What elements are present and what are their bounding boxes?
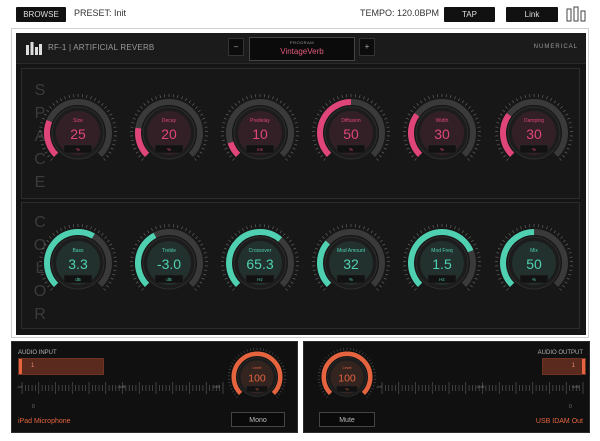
knob-unit: % [256,388,259,392]
knob-value: 50 [343,126,359,142]
knob-value: 32 [343,256,359,272]
knob-label: Level [343,366,352,370]
plugin-header: RF-1 | ARTIFICIAL REVERB – PROGRAM Vinta… [16,33,586,64]
knob-label: Damping [524,118,544,124]
audio-output-label: AUDIO OUTPUT [537,350,583,356]
knob-label: Mix [530,248,538,254]
meter-zero-label: 0 [32,404,35,410]
preset-name: PRESET: Init [74,8,127,18]
knob-unit: % [440,147,444,152]
knob-unit: % [532,147,536,152]
knob-label: Mod Amount [337,248,366,254]
knob-value: 30 [526,126,542,142]
knob-unit: dB [75,277,81,282]
link-button[interactable]: Link [506,7,558,22]
space-knob-diffusion[interactable]: Diffusion 50% [311,93,391,173]
input-channel-select[interactable]: 1 [18,358,104,375]
knob-value: -3.0 [157,256,181,272]
color-knob-mod-amount[interactable]: Mod Amount 32% [311,223,391,303]
tap-button[interactable]: TAP [444,7,495,22]
knob-label: Size [73,118,83,124]
knob-label: Predelay [250,118,270,124]
knob-value: 50 [526,256,542,272]
meter-min-label: -inf [17,384,23,389]
knob-value: 25 [70,126,86,142]
knob-unit: dB [166,277,172,282]
space-knob-width[interactable]: Width 30% [402,93,482,173]
brand-name: NUMERICAL [533,44,578,50]
knob-value: 1.5 [432,256,452,272]
tempo-display: TEMPO: 120.0BPM [360,8,440,18]
knob-label: Bass [72,248,84,254]
meter-zero-label: 0 [569,404,572,410]
knob-label: Treble [162,248,176,254]
program-value: VintageVerb [280,47,324,56]
program-label: PROGRAM [289,40,315,45]
knob-unit: ms [257,147,264,152]
input-device-name[interactable]: iPad Microphone [18,418,71,425]
knob-value: 100 [338,373,356,385]
knob-unit: % [349,277,353,282]
knob-unit: % [532,277,536,282]
space-knob-size[interactable]: Size 25% [38,93,118,173]
output-device-name[interactable]: USB IDAM Out [536,418,583,425]
input-level-knob[interactable]: Level 100% [227,347,287,407]
space-knob-decay[interactable]: Decay 20% [129,93,209,173]
audio-output-panel: AUDIO OUTPUT 1 -inf -6dB 0dB 0 USB IDAM … [303,341,590,433]
knob-label: Decay [162,118,177,124]
knob-unit: % [349,147,353,152]
audio-input-label: AUDIO INPUT [18,350,57,356]
browse-button[interactable]: BROWSE [16,7,66,22]
space-knob-predelay[interactable]: Predelay 10 ms [220,93,300,173]
knob-unit: Hz [439,277,445,282]
mute-button[interactable]: Mute [319,412,375,427]
knob-unit: Hz [257,277,263,282]
meter-mid-label: -6dB [476,384,485,389]
knob-value: 65.3 [246,256,273,272]
meter-max-label: 0dB [213,384,221,389]
plugin-title: RF-1 | ARTIFICIAL REVERB [48,43,155,52]
meter-max-label: 0dB [572,384,580,389]
knob-unit: % [167,147,171,152]
knob-label: Diffusion [341,118,361,124]
levels-icon[interactable] [566,6,586,22]
knob-label: Mod Freq [431,248,453,254]
knob-label: Crossover [249,248,272,254]
color-knob-bass[interactable]: Bass 3.3 dB [38,223,118,303]
knob-value: 3.3 [68,256,88,272]
meter-mid-label: -6dB [117,384,126,389]
mono-button[interactable]: Mono [231,412,285,427]
next-program-button[interactable]: + [359,38,375,56]
knob-value: 100 [248,373,266,385]
audio-input-panel: AUDIO INPUT 1 -inf -6dB 0dB 0 iPad Micro… [11,341,298,433]
knob-label: Width [436,118,449,124]
output-channel-select[interactable]: 1 [542,358,586,375]
prev-program-button[interactable]: – [228,38,244,56]
knob-value: 10 [252,126,268,142]
space-knob-damping[interactable]: Damping 30% [494,93,574,173]
color-knob-treble[interactable]: Treble -3.0 dB [129,223,209,303]
color-section: COLOR Bass 3.3 dB Treble -3.0 dB Crossover 65.3… [21,202,580,329]
top-bar: BROWSE PRESET: Init TEMPO: 120.0BPM TAP … [0,0,600,28]
knob-value: 30 [434,126,450,142]
color-knob-crossover[interactable]: Crossover 65.3 Hz [220,223,300,303]
plugin-logo-icon [26,42,42,55]
color-knob-mix[interactable]: Mix 50% [494,223,574,303]
space-section: SPACE Size 25% Decay 20% Predelay 10 ms Diffusi… [21,68,580,199]
knob-value: 20 [161,126,177,142]
plugin-panel: RF-1 | ARTIFICIAL REVERB – PROGRAM Vinta… [16,33,586,335]
color-knob-mod-freq[interactable]: Mod Freq 1.5 Hz [402,223,482,303]
knob-unit: % [76,147,80,152]
knob-label: Level [253,366,262,370]
knob-unit: % [346,388,349,392]
program-selector[interactable]: PROGRAM VintageVerb [249,37,355,61]
output-level-knob[interactable]: Level 100% [317,347,377,407]
